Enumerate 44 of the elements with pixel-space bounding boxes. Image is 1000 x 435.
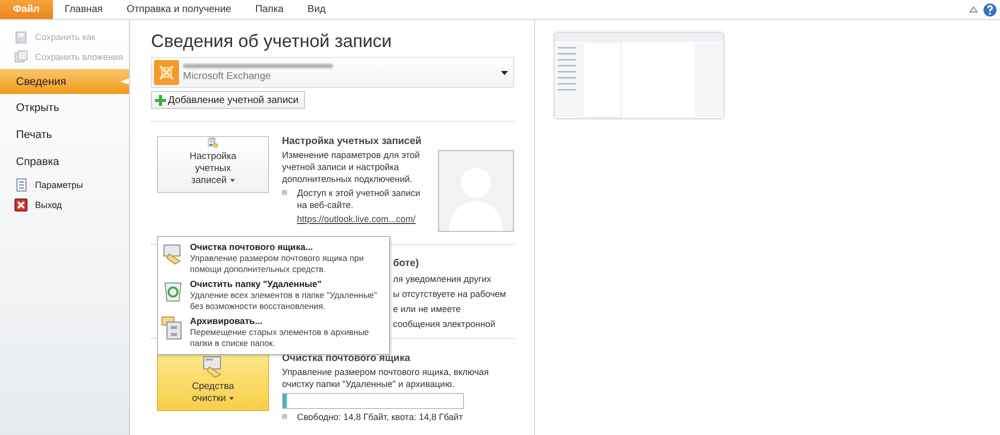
web-access-link[interactable]: https://outlook.live.com...com/ <box>297 214 425 224</box>
exit-icon <box>14 198 28 212</box>
section-description: Изменение параметров для этой учетной записи и настройка дополнительных подключений. <box>282 149 421 185</box>
dropdown-caret-icon <box>501 70 508 74</box>
sidebar-item[interactable]: Печать <box>0 121 129 148</box>
description-fragment: ля уведомления других <box>393 273 492 286</box>
attachments-icon <box>14 50 28 64</box>
cleanup-menu-item[interactable]: Очистка почтового ящика... Управление размером почтового ящика при помощи дополнительных средств. <box>158 240 389 277</box>
section-heading: Очистка почтового ящика <box>282 353 412 364</box>
help-icon[interactable] <box>983 2 997 16</box>
sidebar-item[interactable]: Выход <box>0 195 129 215</box>
exchange-logo-icon <box>154 60 179 85</box>
cleanup-menu-item[interactable]: Архивировать... Перемещение старых элементов в архивные папки в списке папок. <box>158 314 389 351</box>
cleanup-tools-button[interactable]: Средства очистки <box>157 353 269 411</box>
section-heading: Настройка учетных записей <box>282 136 422 147</box>
sidebar-item[interactable]: Справка <box>0 148 129 175</box>
account-type: Microsoft Exchange <box>183 70 272 82</box>
bullet-icon <box>282 414 287 419</box>
ribbon-tab[interactable]: Отправка и получение <box>114 0 244 19</box>
ribbon-tab[interactable]: Папка <box>243 0 296 19</box>
bullet-icon <box>282 190 287 195</box>
plus-icon <box>155 94 166 106</box>
cleanup-menu-item[interactable]: Очистить папку "Удаленные" Удаление всех элементов в папке "Удаленные" без возможности восстановления. <box>158 277 389 314</box>
options-icon <box>14 178 28 192</box>
add-account-button[interactable]: Добавление учетной записи <box>151 91 305 109</box>
section-heading-fragment: боте) <box>393 257 420 271</box>
ribbon-tab[interactable]: Главная <box>52 0 115 19</box>
sidebar-item[interactable]: Сведения <box>0 69 129 94</box>
section-description: Управление размером почтового ящика, включая очистку папки "Удаленные" и архивацию. <box>282 366 490 390</box>
description-fragment: е или не имеете <box>393 303 462 316</box>
quota-text: Свободно: 14,8 Гбайт, квота: 14,8 Гбайт <box>297 411 463 423</box>
ribbon-tab[interactable]: Вид <box>296 0 338 19</box>
description-fragment: ы отсутствуете на рабочем <box>393 288 507 301</box>
dropdown-caret-icon <box>228 397 234 400</box>
description-fragment: сообщения электронной <box>393 318 496 331</box>
dropdown-caret-icon <box>230 179 235 182</box>
account-settings-button[interactable]: Настройка учетных записей <box>157 136 269 193</box>
save-as-icon <box>14 30 28 44</box>
account-dropdown[interactable]: Microsoft Exchange <box>151 57 514 88</box>
sidebar-item[interactable]: Открыть <box>0 94 129 121</box>
page-title: Сведения об учетной записи <box>151 31 393 52</box>
ribbon-minimize-icon[interactable] <box>969 6 978 13</box>
bullet-text: Доступ к этой учетной записи на веб-сайте. <box>297 187 422 211</box>
sidebar-item[interactable]: Параметры <box>0 175 129 195</box>
